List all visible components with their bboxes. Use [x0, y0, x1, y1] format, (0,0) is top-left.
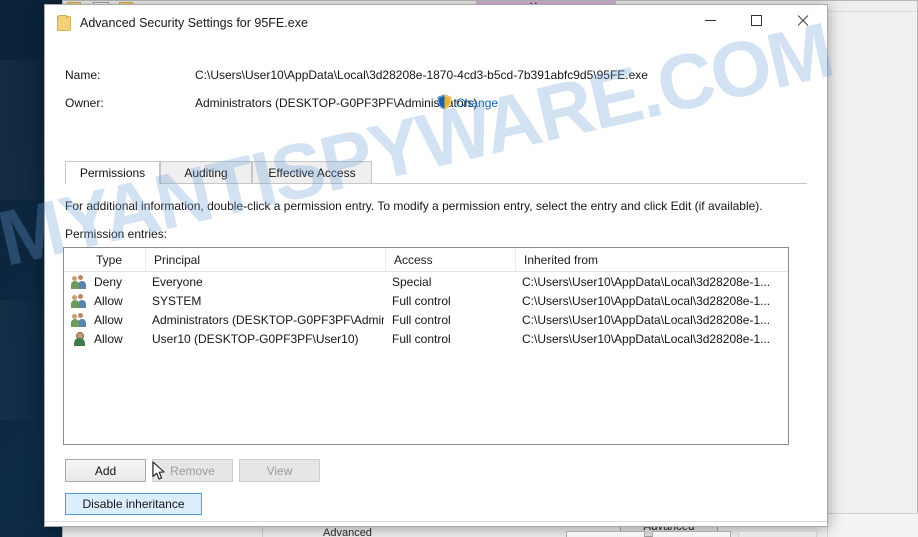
column-header-type[interactable]: Type — [88, 248, 146, 272]
tab-effective-access[interactable]: Effective Access — [252, 161, 372, 184]
footer-divider — [45, 521, 827, 522]
cell-access: Special — [392, 274, 432, 289]
table-row[interactable]: Deny Everyone Special C:\Users\User10\Ap… — [64, 272, 788, 291]
tabstrip: Permissions Auditing Effective Access — [65, 161, 807, 184]
column-header-access[interactable]: Access — [386, 248, 516, 272]
table-row[interactable]: Allow Administrators (DESKTOP-G0PF3PF\Ad… — [64, 310, 788, 329]
cell-principal: User10 (DESKTOP-G0PF3PF\User10) — [152, 331, 359, 346]
group-icon — [70, 310, 88, 329]
remove-button: Remove — [152, 459, 233, 482]
permission-entries-list[interactable]: Type Principal Access Inherited from Den… — [63, 247, 789, 445]
table-row[interactable]: Allow User10 (DESKTOP-G0PF3PF\User10) Fu… — [64, 329, 788, 348]
advanced-security-settings-dialog: Advanced Security Settings for 95FE.exe … — [44, 4, 828, 537]
cell-principal: Administrators (DESKTOP-G0PF3PF\Admini..… — [152, 312, 384, 327]
user-icon — [70, 329, 88, 348]
close-icon — [796, 14, 809, 27]
cancel-button[interactable]: Cancel — [652, 531, 731, 537]
group-icon — [70, 272, 88, 291]
table-row[interactable]: Allow SYSTEM Full control C:\Users\User1… — [64, 291, 788, 310]
owner-value: Administrators (DESKTOP-G0PF3PF\Administ… — [195, 96, 478, 110]
cell-inherited-from: C:\Users\User10\AppData\Local\3d28208e-1… — [522, 312, 771, 327]
change-owner-link[interactable]: Change — [456, 96, 498, 110]
disable-inheritance-button[interactable]: Disable inheritance — [65, 493, 202, 515]
screen: Manage Access For special permissions or… — [0, 0, 918, 537]
name-label: Name: — [65, 68, 101, 82]
owner-label: Owner: — [65, 96, 104, 110]
group-icon — [70, 291, 88, 310]
dialog-titlebar[interactable]: Advanced Security Settings for 95FE.exe — [45, 5, 827, 41]
folder-icon — [57, 14, 71, 31]
cell-inherited-from: C:\Users\User10\AppData\Local\3d28208e-1… — [522, 274, 771, 289]
view-button: View — [239, 459, 320, 482]
list-header: Type Principal Access Inherited from — [64, 248, 788, 272]
cell-inherited-from: C:\Users\User10\AppData\Local\3d28208e-1… — [522, 293, 771, 308]
dialog-body: Name: C:\Users\User10\AppData\Local\3d28… — [45, 41, 827, 537]
cell-type: Allow — [94, 293, 123, 308]
tab-permissions[interactable]: Permissions — [65, 161, 160, 184]
tab-auditing[interactable]: Auditing — [160, 161, 252, 184]
cell-access: Full control — [392, 331, 451, 346]
cell-principal: Everyone — [152, 274, 203, 289]
cell-access: Full control — [392, 312, 451, 327]
maximize-icon — [750, 14, 762, 26]
info-text: For additional information, double-click… — [65, 199, 763, 213]
permission-entries-label: Permission entries: — [65, 227, 168, 241]
desktop-streak — [0, 300, 44, 420]
maximize-button[interactable] — [733, 5, 779, 35]
apply-button: Apply — [738, 531, 817, 537]
cell-principal: SYSTEM — [152, 293, 202, 308]
cell-type: Allow — [94, 331, 123, 346]
uac-shield-icon — [437, 94, 452, 110]
cell-access: Full control — [392, 293, 451, 308]
cell-inherited-from: C:\Users\User10\AppData\Local\3d28208e-1… — [522, 331, 771, 346]
dialog-title: Advanced Security Settings for 95FE.exe — [80, 16, 308, 30]
cell-type: Allow — [94, 312, 123, 327]
column-header-inherited-from[interactable]: Inherited from — [516, 248, 788, 272]
add-button[interactable]: Add — [65, 459, 146, 482]
name-value: C:\Users\User10\AppData\Local\3d28208e-1… — [195, 68, 648, 82]
minimize-button[interactable] — [687, 5, 733, 35]
minimize-icon — [704, 19, 716, 21]
column-header-principal[interactable]: Principal — [146, 248, 386, 272]
close-button[interactable] — [779, 5, 825, 35]
cell-type: Deny — [94, 274, 123, 289]
ok-button[interactable]: OK — [566, 531, 645, 537]
